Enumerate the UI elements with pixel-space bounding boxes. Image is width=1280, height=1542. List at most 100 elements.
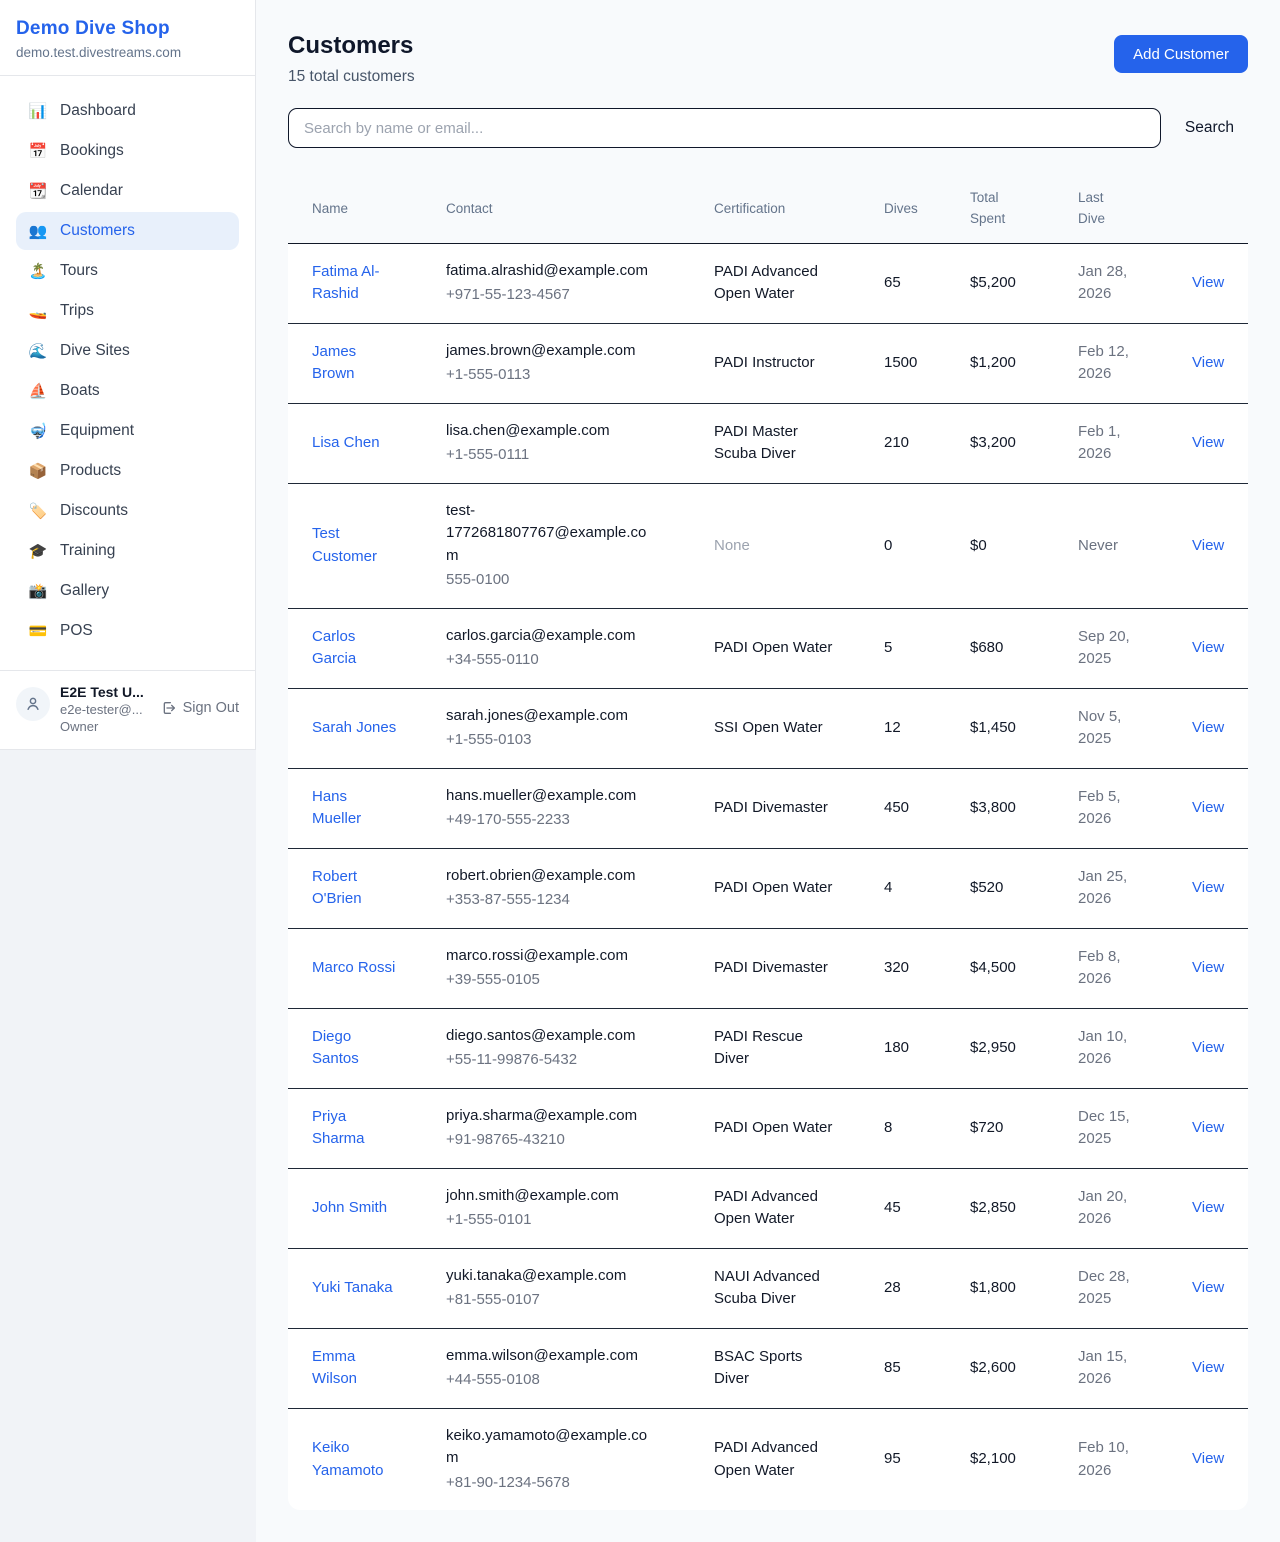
customer-phone: +49-170-555-2233	[446, 809, 690, 832]
customer-email: james.brown@example.com	[446, 340, 658, 363]
customer-name-link[interactable]: John Smith	[312, 1197, 387, 1220]
search-input[interactable]	[288, 108, 1161, 148]
sidebar-item-equipment[interactable]: 🤿Equipment	[16, 412, 239, 450]
sidebar-item-calendar[interactable]: 📆Calendar	[16, 172, 239, 210]
training-icon: 🎓	[28, 542, 48, 560]
customer-last-dive: Jan 25, 2026	[1078, 866, 1142, 911]
view-link[interactable]: View	[1192, 434, 1224, 451]
customer-last-dive: Jan 28, 2026	[1078, 261, 1142, 306]
customer-certification: PADI Advanced Open Water	[714, 261, 836, 306]
customer-last-dive: Sep 20, 2025	[1078, 626, 1142, 671]
search-button[interactable]: Search	[1171, 111, 1248, 145]
sidebar-item-tours[interactable]: 🏝️Tours	[16, 252, 239, 290]
customer-email: carlos.garcia@example.com	[446, 625, 658, 648]
sidebar-item-boats[interactable]: ⛵Boats	[16, 372, 239, 410]
view-link[interactable]: View	[1192, 274, 1224, 291]
customer-phone: +55-11-99876-5432	[446, 1049, 690, 1072]
view-link[interactable]: View	[1192, 1359, 1224, 1376]
customer-name-link[interactable]: Carlos Garcia	[312, 626, 398, 671]
customer-last-dive: Jan 15, 2026	[1078, 1346, 1142, 1391]
sidebar-item-discounts[interactable]: 🏷️Discounts	[16, 492, 239, 530]
sidebar-item-trips[interactable]: 🚤Trips	[16, 292, 239, 330]
customer-name-link[interactable]: Marco Rossi	[312, 957, 395, 980]
view-link[interactable]: View	[1192, 1279, 1224, 1296]
view-link[interactable]: View	[1192, 1450, 1224, 1467]
customer-total-spent: $1,200	[958, 323, 1066, 403]
customer-total-spent: $720	[958, 1088, 1066, 1168]
customer-count: 15 total customers	[288, 68, 415, 86]
view-link[interactable]: View	[1192, 639, 1224, 656]
customer-dives: 65	[872, 243, 958, 323]
customer-phone: +39-555-0105	[446, 969, 690, 992]
pos-icon: 💳	[28, 622, 48, 640]
user-role: Owner	[60, 719, 151, 734]
customer-phone: +44-555-0108	[446, 1369, 690, 1392]
sidebar-item-pos[interactable]: 💳 POS	[16, 612, 239, 650]
customer-name-link[interactable]: Diego Santos	[312, 1026, 398, 1071]
customer-total-spent: $520	[958, 848, 1066, 928]
customer-name-link[interactable]: Yuki Tanaka	[312, 1277, 393, 1300]
table-row: Marco Rossi marco.rossi@example.com +39-…	[288, 928, 1248, 1008]
column-header-last-dive: Last Dive	[1066, 174, 1172, 243]
sidebar-item-label: Bookings	[60, 142, 124, 160]
customer-phone: +1-555-0101	[446, 1209, 690, 1232]
customer-email: hans.mueller@example.com	[446, 785, 658, 808]
view-link[interactable]: View	[1192, 354, 1224, 371]
customer-dives: 95	[872, 1408, 958, 1510]
customer-name-link[interactable]: Robert O'Brien	[312, 866, 398, 911]
customer-name-link[interactable]: Priya Sharma	[312, 1106, 398, 1151]
add-customer-button[interactable]: Add Customer	[1114, 35, 1248, 73]
view-link[interactable]: View	[1192, 799, 1224, 816]
customer-last-dive: Dec 15, 2025	[1078, 1106, 1142, 1151]
sidebar-item-dive-sites[interactable]: 🌊Dive Sites	[16, 332, 239, 370]
table-row: Test Customer test-1772681807767@example…	[288, 483, 1248, 608]
customer-name-link[interactable]: Sarah Jones	[312, 717, 396, 740]
sidebar-nav: 📊Dashboard📅Bookings📆Calendar👥Customers🏝️…	[0, 76, 255, 670]
table-header-row: Name Contact Certification Dives Total S…	[288, 174, 1248, 243]
table-row: Sarah Jones sarah.jones@example.com +1-5…	[288, 688, 1248, 768]
sidebar-item-products[interactable]: 📦 Products	[16, 452, 239, 490]
customer-name-link[interactable]: Fatima Al-Rashid	[312, 261, 398, 306]
view-link[interactable]: View	[1192, 1039, 1224, 1056]
sidebar-item-bookings[interactable]: 📅Bookings	[16, 132, 239, 170]
customer-name-link[interactable]: Lisa Chen	[312, 432, 380, 455]
customer-dives: 4	[872, 848, 958, 928]
customer-phone: +81-90-1234-5678	[446, 1472, 690, 1495]
boats-icon: ⛵	[28, 382, 48, 400]
customer-certification: BSAC Sports Diver	[714, 1346, 836, 1391]
sidebar-item-gallery[interactable]: 📸Gallery	[16, 572, 239, 610]
customer-last-dive: Feb 8, 2026	[1078, 946, 1142, 991]
customer-total-spent: $2,950	[958, 1008, 1066, 1088]
sidebar-item-dashboard[interactable]: 📊Dashboard	[16, 92, 239, 130]
view-link[interactable]: View	[1192, 1199, 1224, 1216]
products-icon: 📦	[28, 462, 48, 480]
sidebar-item-training[interactable]: 🎓 Training	[16, 532, 239, 570]
view-link[interactable]: View	[1192, 719, 1224, 736]
customer-total-spent: $1,450	[958, 688, 1066, 768]
customer-name-link[interactable]: Hans Mueller	[312, 786, 398, 831]
sidebar-item-label: Products	[60, 462, 121, 480]
customer-name-link[interactable]: Emma Wilson	[312, 1346, 398, 1391]
sidebar-item-label: Customers	[60, 222, 135, 240]
customer-phone: +1-555-0103	[446, 729, 690, 752]
customer-last-dive: Nov 5, 2025	[1078, 706, 1142, 751]
view-link[interactable]: View	[1192, 879, 1224, 896]
view-link[interactable]: View	[1192, 537, 1224, 554]
discounts-icon: 🏷️	[28, 502, 48, 520]
customer-dives: 45	[872, 1168, 958, 1248]
sign-out-button[interactable]: Sign Out	[161, 700, 239, 716]
customer-name-link[interactable]: James Brown	[312, 341, 398, 386]
customer-email: emma.wilson@example.com	[446, 1345, 658, 1368]
sidebar-item-label: Tours	[60, 262, 98, 280]
main-content: Customers 15 total customers Add Custome…	[256, 0, 1280, 1542]
sidebar-item-customers[interactable]: 👥Customers	[16, 212, 239, 250]
view-link[interactable]: View	[1192, 959, 1224, 976]
customer-name-link[interactable]: Test Customer	[312, 523, 398, 568]
column-header-contact: Contact	[434, 174, 702, 243]
view-link[interactable]: View	[1192, 1119, 1224, 1136]
customer-last-dive: Feb 12, 2026	[1078, 341, 1142, 386]
sidebar-item-label: POS	[60, 622, 93, 640]
customer-name-link[interactable]: Keiko Yamamoto	[312, 1437, 398, 1482]
customer-email: robert.obrien@example.com	[446, 865, 658, 888]
sidebar-item-label: Training	[60, 542, 115, 560]
